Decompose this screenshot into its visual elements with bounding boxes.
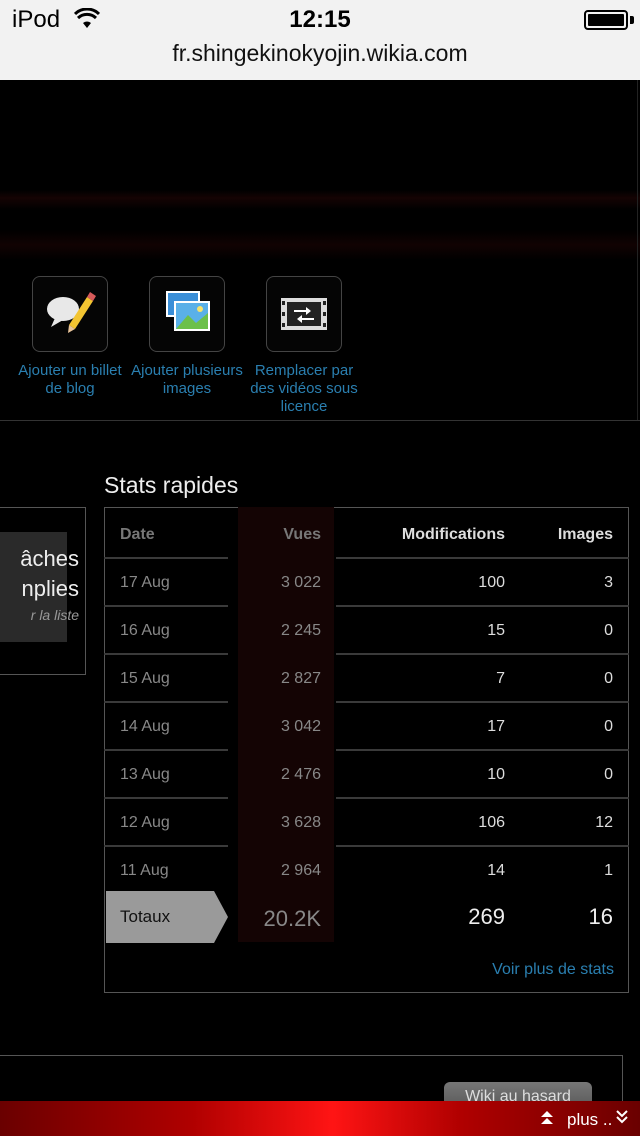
cell-date: 17 Aug <box>120 574 170 591</box>
double-chevron-down-icon[interactable] <box>614 1109 630 1125</box>
table-row: 16 Aug 2 245 15 0 <box>104 607 629 655</box>
totals-modifications: 269 <box>468 904 505 929</box>
tool-label[interactable]: Ajouter plusieurs images <box>127 362 247 398</box>
cell-modifications: 100 <box>478 574 505 591</box>
cell-images: 0 <box>604 766 613 783</box>
header-images: Images <box>557 526 613 543</box>
battery-icon <box>584 10 628 30</box>
cell-images: 0 <box>604 670 613 687</box>
address-bar[interactable]: fr.shingekinokyojin.wikia.com <box>0 40 640 67</box>
cell-views: 2 476 <box>280 766 321 783</box>
tasks-panel-title-line1: âches <box>20 546 79 571</box>
cell-views: 3 628 <box>280 814 321 831</box>
tool-add-images[interactable]: Ajouter plusieurs images <box>127 276 247 398</box>
cell-modifications: 10 <box>487 766 505 783</box>
cell-date: 16 Aug <box>120 622 170 639</box>
cell-modifications: 7 <box>496 670 505 687</box>
table-row: 14 Aug 3 042 17 0 <box>104 703 629 751</box>
status-bar: iPod 12:15 fr.shingekinokyojin.wikia.com <box>0 0 640 80</box>
cell-images: 1 <box>604 862 613 879</box>
cell-images: 12 <box>595 814 613 831</box>
totals-row: Totaux 20.2K 269 16 <box>104 891 629 943</box>
cell-date: 11 Aug <box>120 862 169 879</box>
totals-arrow <box>214 891 228 943</box>
cell-images: 0 <box>604 718 613 735</box>
multiple-images-icon[interactable] <box>149 276 225 352</box>
double-chevron-up-icon[interactable] <box>539 1109 555 1125</box>
cell-images: 0 <box>604 622 613 639</box>
banner-border <box>637 80 638 420</box>
cell-views: 3 022 <box>280 574 321 591</box>
cell-images: 3 <box>604 574 613 591</box>
header-date: Date <box>120 526 155 543</box>
cell-views: 3 042 <box>280 718 321 735</box>
totals-label: Totaux <box>106 891 214 943</box>
cell-modifications: 106 <box>478 814 505 831</box>
stats-title: Stats rapides <box>104 472 239 498</box>
more-menu-label[interactable]: plus .. <box>567 1110 612 1130</box>
cell-modifications: 15 <box>487 622 505 639</box>
cell-views: 2 964 <box>280 862 321 879</box>
cell-date: 14 Aug <box>120 718 170 735</box>
cell-views: 2 827 <box>280 670 321 687</box>
table-row: 17 Aug 3 022 100 3 <box>104 559 629 607</box>
table-row: 15 Aug 2 827 7 0 <box>104 655 629 703</box>
video-swap-icon[interactable] <box>266 276 342 352</box>
tasks-panel-title-line2: nplies <box>21 576 79 601</box>
tool-add-blog-post[interactable]: Ajouter un billet de blog <box>10 276 130 398</box>
tool-label[interactable]: Ajouter un billet de blog <box>10 362 130 398</box>
stats-header-row: Date Vues Modifications Images <box>104 511 629 559</box>
tasks-panel-link[interactable]: r la liste <box>31 607 79 623</box>
more-stats-link[interactable]: Voir plus de stats <box>492 961 614 979</box>
header-modifications: Modifications <box>401 526 505 543</box>
header-views: Vues <box>283 526 321 543</box>
cell-views: 2 245 <box>280 622 321 639</box>
cell-modifications: 17 <box>487 718 505 735</box>
cell-modifications: 14 <box>487 862 505 879</box>
totals-images: 16 <box>588 904 613 929</box>
cell-date: 12 Aug <box>120 814 170 831</box>
cell-date: 13 Aug <box>120 766 170 783</box>
battery-tip <box>630 16 634 24</box>
table-row: 12 Aug 3 628 106 12 <box>104 799 629 847</box>
tool-label[interactable]: Remplacer par des vidéos sous licence <box>244 362 364 416</box>
clock: 12:15 <box>289 6 351 33</box>
blog-pencil-icon[interactable] <box>32 276 108 352</box>
cell-date: 15 Aug <box>120 670 170 687</box>
tool-license-videos[interactable]: Remplacer par des vidéos sous licence <box>244 276 364 416</box>
tasks-panel: âches nplies r la liste <box>0 507 86 675</box>
table-row: 13 Aug 2 476 10 0 <box>104 751 629 799</box>
totals-views: 20.2K <box>263 906 322 931</box>
table-row: 11 Aug 2 964 14 1 <box>104 847 629 895</box>
